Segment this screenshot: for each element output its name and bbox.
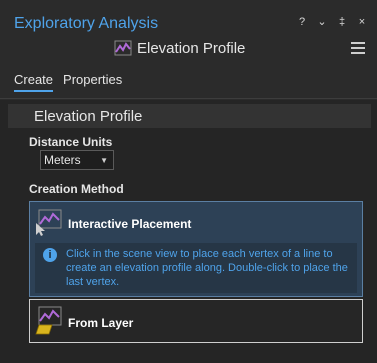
from-layer-label: From Layer [68, 316, 134, 330]
close-button[interactable]: × [357, 16, 367, 28]
from-layer-option[interactable]: From Layer [29, 299, 363, 343]
distance-units-label: Distance Units [29, 135, 113, 149]
creation-method-label: Creation Method [29, 182, 124, 196]
elevation-profile-icon [114, 40, 132, 56]
tab-properties[interactable]: Properties [63, 72, 122, 92]
auto-hide-pin-button[interactable]: ‡ [337, 16, 347, 28]
interactive-placement-icon [36, 209, 62, 236]
section-title: Elevation Profile [34, 108, 143, 125]
window-controls: ? ⌄ ‡ × [297, 16, 367, 28]
title-bar: Exploratory Analysis ? ⌄ ‡ × [0, 0, 377, 36]
chevron-down-icon: ▼ [100, 156, 108, 165]
distance-units-select[interactable]: Meters ▼ [40, 150, 114, 170]
tool-title: Elevation Profile [137, 40, 246, 57]
tab-bar: Create Properties [14, 72, 122, 92]
help-button[interactable]: ? [297, 16, 307, 28]
info-text: Click in the scene view to place each ve… [66, 248, 348, 288]
tab-create[interactable]: Create [14, 72, 54, 92]
divider [0, 98, 377, 99]
pane-title: Exploratory Analysis [14, 15, 159, 32]
exploratory-analysis-pane: Exploratory Analysis ? ⌄ ‡ × Elevation P… [0, 0, 377, 363]
info-icon: i [43, 248, 57, 262]
interactive-placement-label: Interactive Placement [68, 217, 192, 231]
options-dropdown-button[interactable]: ⌄ [317, 16, 327, 28]
menu-icon[interactable] [351, 42, 365, 54]
from-layer-icon [35, 306, 62, 335]
distance-units-value: Meters [44, 153, 81, 167]
